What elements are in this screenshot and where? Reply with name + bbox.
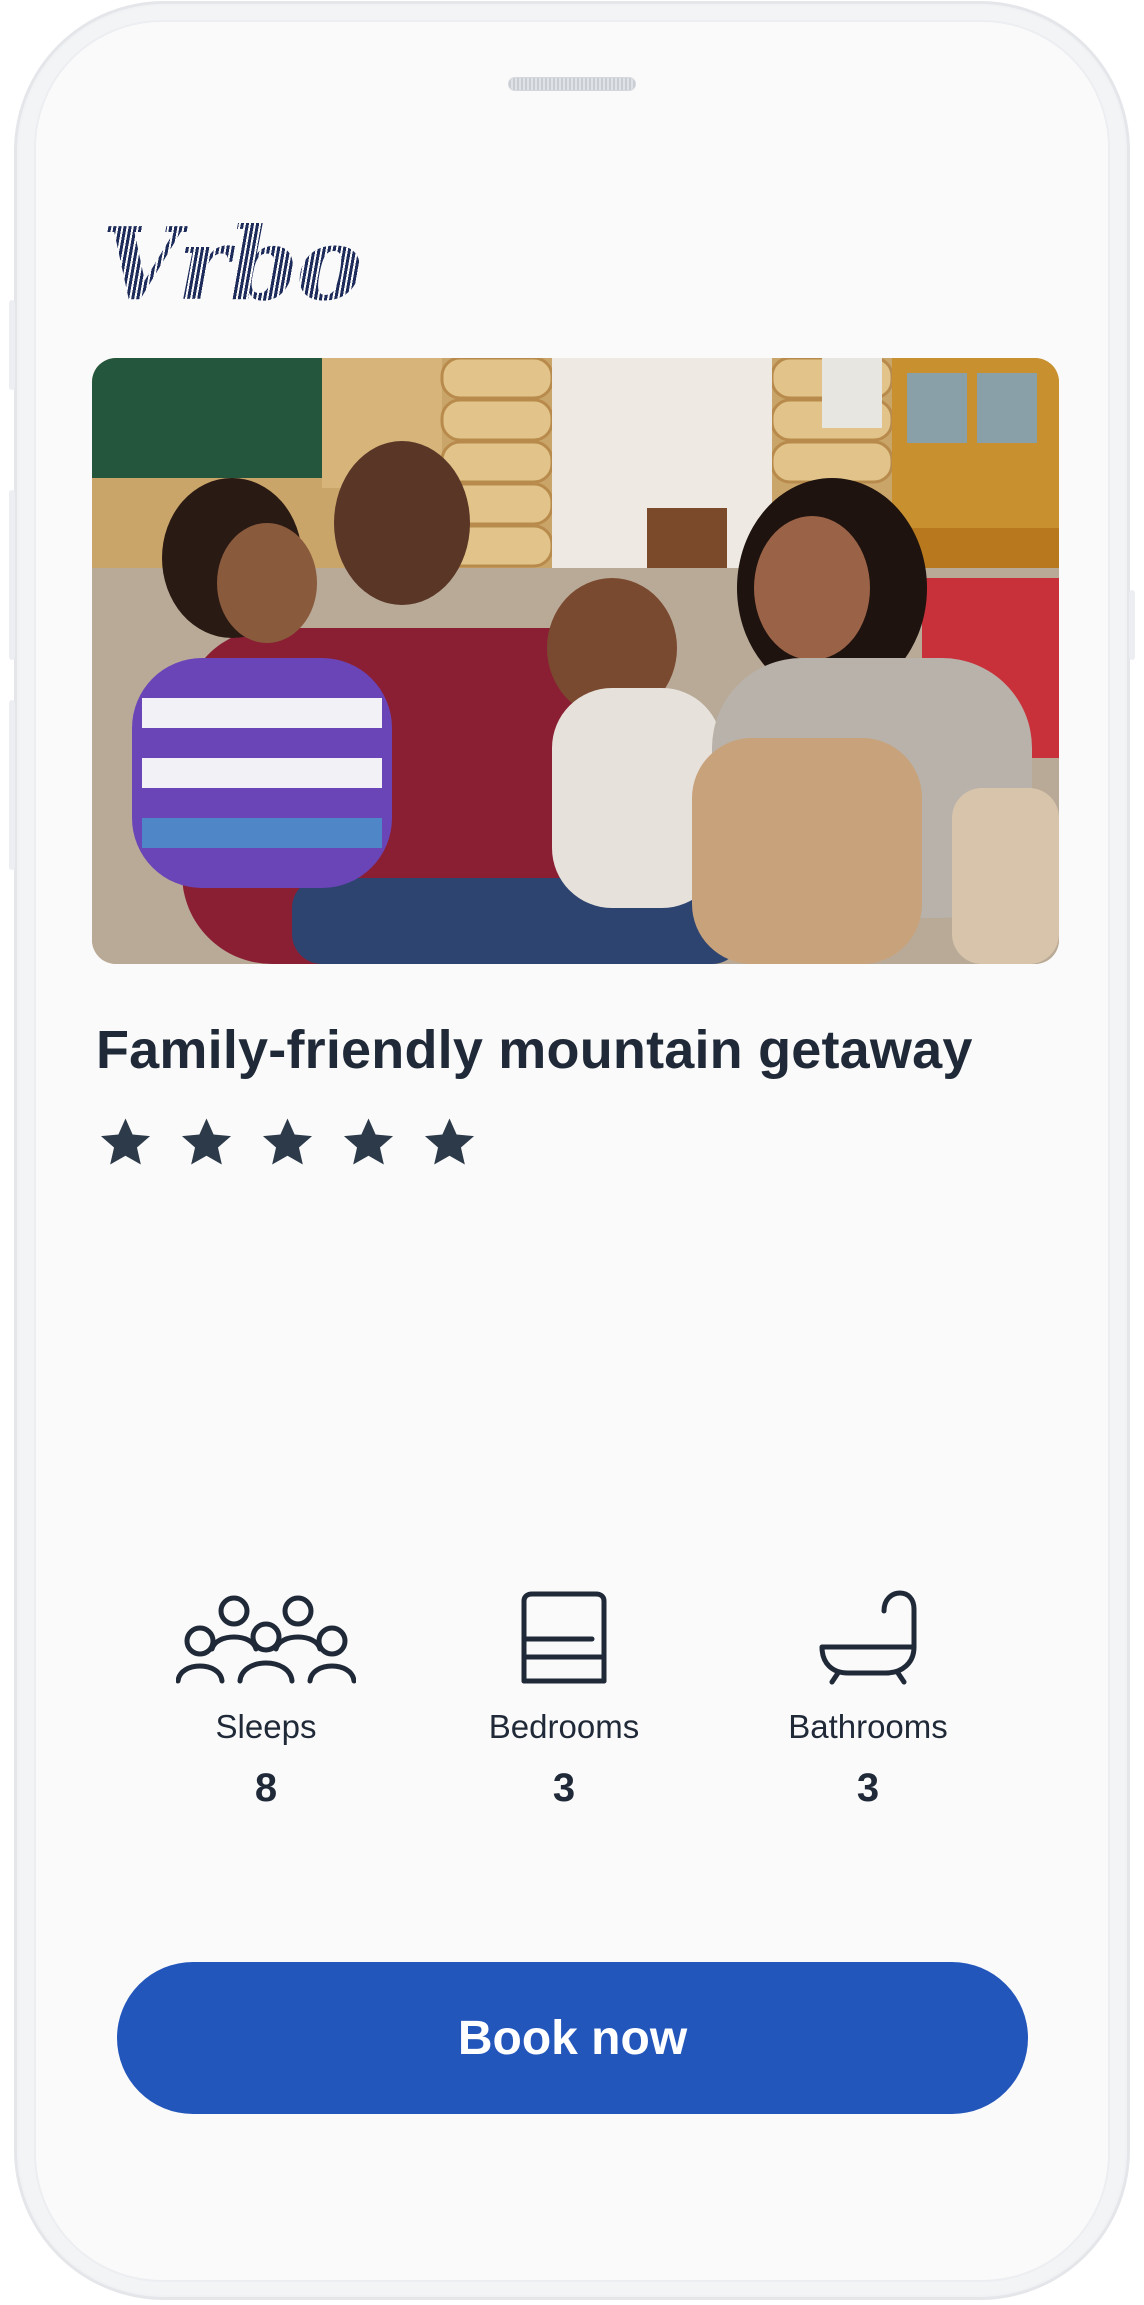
amenity-label: Bedrooms bbox=[488, 1708, 640, 1745]
star-icon bbox=[100, 1118, 151, 1165]
amenity-label: Bathrooms bbox=[788, 1708, 948, 1745]
listing-photo bbox=[92, 358, 1059, 964]
star-icon bbox=[424, 1118, 475, 1165]
star-rating bbox=[98, 1115, 477, 1170]
amenity-bedrooms: Bedrooms 3 bbox=[434, 1575, 694, 1811]
amenity-value: 3 bbox=[552, 1766, 576, 1810]
amenity-value: 8 bbox=[254, 1766, 278, 1810]
star-icon bbox=[181, 1118, 232, 1165]
star-icon bbox=[343, 1118, 394, 1165]
vrbo-logo: Vrbo bbox=[102, 214, 363, 314]
amenity-label: Sleeps bbox=[215, 1708, 317, 1745]
phone-side-button bbox=[9, 490, 15, 660]
star-icon bbox=[262, 1118, 313, 1165]
amenity-bathrooms: Bathrooms 3 bbox=[738, 1575, 998, 1811]
bed-icon bbox=[434, 1575, 694, 1685]
listing-title: Family-friendly mountain getaway bbox=[96, 1020, 973, 1080]
people-icon bbox=[136, 1575, 396, 1685]
phone-speaker bbox=[508, 77, 636, 91]
logo-text: Vrbo bbox=[102, 205, 363, 323]
amenity-sleeps: Sleeps 8 bbox=[136, 1575, 396, 1811]
phone-mockup: Vrbo Family-friendly mountain getaway Sl… bbox=[0, 0, 1144, 2305]
phone-side-button bbox=[9, 700, 15, 870]
phone-side-button bbox=[1129, 590, 1135, 660]
phone-side-button bbox=[9, 300, 15, 390]
bathtub-icon bbox=[738, 1575, 998, 1685]
amenities-row: Sleeps 8 Bedrooms 3 Bathrooms 3 bbox=[0, 1575, 1144, 1835]
book-now-button[interactable]: Book now bbox=[117, 1962, 1028, 2114]
amenity-value: 3 bbox=[856, 1766, 880, 1810]
family-photo bbox=[92, 358, 1059, 964]
